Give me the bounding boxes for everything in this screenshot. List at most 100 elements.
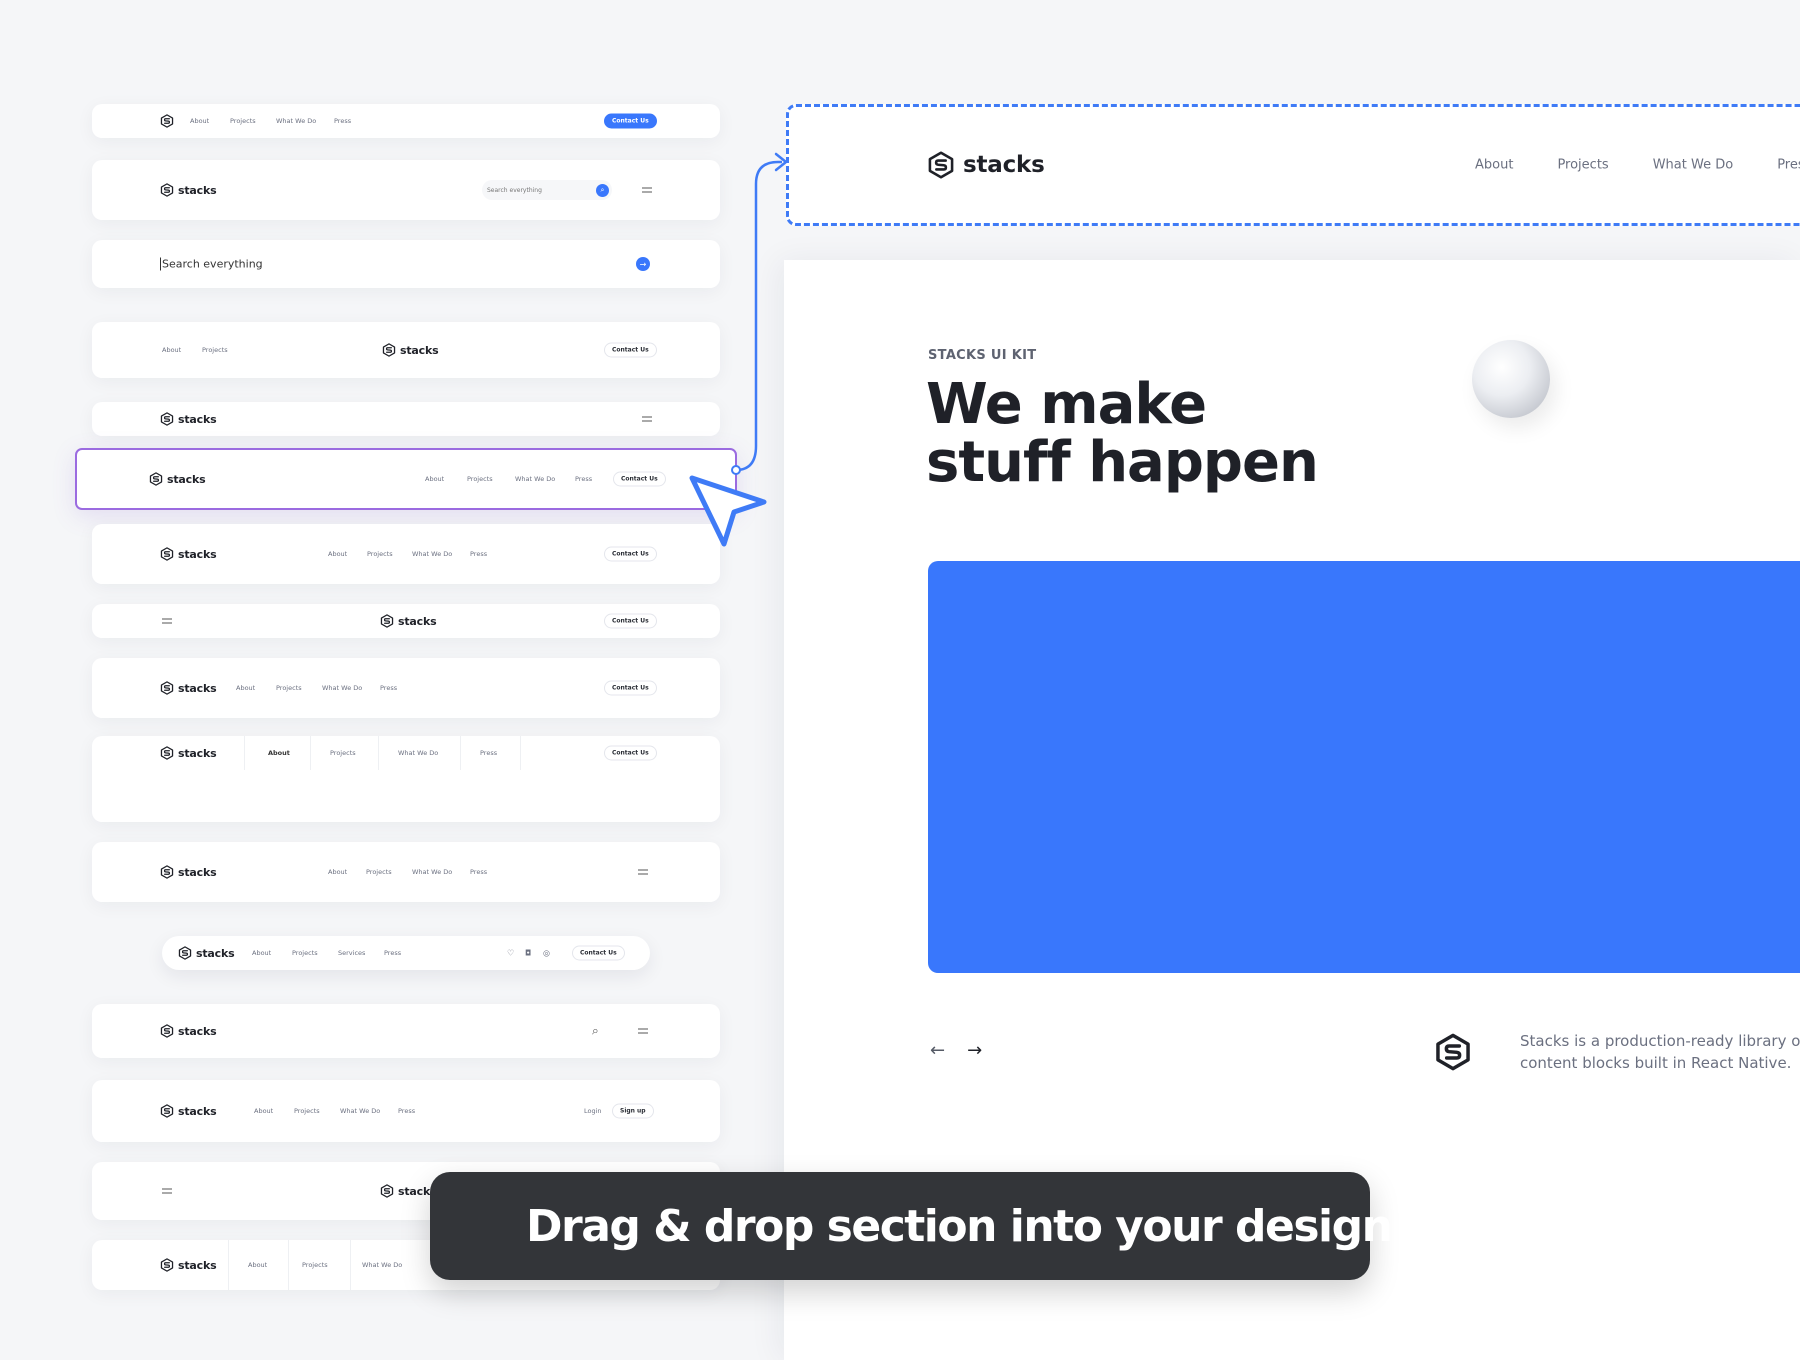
nav-link-projects[interactable]: Projects: [292, 949, 318, 957]
navbar-variant-7[interactable]: stacks About Projects What We Do Press C…: [92, 524, 720, 584]
dribbble-icon[interactable]: ◎: [543, 949, 550, 958]
navbar-variant-11[interactable]: stacks About Projects What We Do Press: [92, 842, 720, 902]
stacks-logo[interactable]: stacks: [160, 412, 217, 426]
navbar-variant-4[interactable]: About Projects stacks Contact Us: [92, 322, 720, 378]
nav-link-what-we-do[interactable]: What We Do: [322, 684, 362, 692]
nav-link-projects[interactable]: Projects: [467, 475, 493, 483]
contact-button[interactable]: Contact Us: [604, 546, 657, 562]
contact-button[interactable]: Contact Us: [613, 471, 666, 487]
navbar-variant-9[interactable]: stacks About Projects What We Do Press C…: [92, 658, 720, 718]
navbar-variant-12-floating[interactable]: stacks About Projects Services Press ♡ ◘…: [162, 936, 650, 970]
stacks-logo[interactable]: stacks: [382, 343, 439, 357]
nav-link-what-we-do[interactable]: What We Do: [398, 749, 438, 757]
preview-nav-projects[interactable]: Projects: [1557, 158, 1608, 173]
nav-link-about[interactable]: About: [248, 1261, 267, 1269]
login-link[interactable]: Login: [584, 1107, 602, 1115]
contact-button[interactable]: Contact Us: [604, 745, 657, 761]
navbar-variant-2[interactable]: stacks Search everything ⌕: [92, 160, 720, 220]
nav-link-press[interactable]: Press: [575, 475, 592, 483]
stacks-logo-icon: [160, 412, 174, 426]
nav-link-about[interactable]: About: [252, 949, 271, 957]
contact-button[interactable]: Contact Us: [604, 342, 657, 358]
footer-stacks-logo-icon: [1434, 1033, 1472, 1071]
nav-link-projects[interactable]: Projects: [302, 1261, 328, 1269]
hamburger-menu-icon[interactable]: [162, 618, 172, 624]
stacks-logo[interactable]: stacks: [178, 946, 235, 960]
navbar-variant-8[interactable]: stacks Contact Us: [92, 604, 720, 638]
brand-name: stacks: [178, 547, 217, 561]
signup-button[interactable]: Sign up: [612, 1103, 654, 1119]
nav-link-services[interactable]: Services: [338, 949, 365, 957]
stacks-logo[interactable]: stacks: [160, 183, 217, 197]
nav-link-press[interactable]: Press: [470, 550, 487, 558]
search-icon[interactable]: ⌕: [596, 183, 609, 197]
navbar-variant-14[interactable]: stacks About Projects What We Do Press L…: [92, 1080, 720, 1142]
nav-link-projects[interactable]: Projects: [276, 684, 302, 692]
nav-link-projects[interactable]: Projects: [366, 868, 392, 876]
hamburger-menu-icon[interactable]: [642, 416, 652, 422]
stacks-logo[interactable]: stacks: [160, 1104, 217, 1118]
drop-target-navbar[interactable]: stacks About Projects What We Do Press: [786, 104, 1800, 226]
next-arrow-icon[interactable]: →: [967, 1040, 982, 1061]
stacks-logo[interactable]: stacks: [160, 1258, 217, 1272]
search-input[interactable]: Search everything ⌕: [482, 180, 612, 200]
selected-navbar-variant[interactable]: stacks About Projects What We Do Press C…: [75, 448, 737, 510]
search-submit-icon[interactable]: →: [636, 257, 650, 271]
nav-link-projects[interactable]: Projects: [294, 1107, 320, 1115]
search-icon[interactable]: ⌕: [592, 1024, 599, 1039]
nav-link-press[interactable]: Press: [334, 117, 351, 125]
nav-link-press[interactable]: Press: [380, 684, 397, 692]
preview-nav-what-we-do[interactable]: What We Do: [1653, 158, 1733, 173]
nav-link-about[interactable]: About: [425, 475, 444, 483]
prev-arrow-icon[interactable]: ←: [930, 1040, 945, 1061]
nav-link-about[interactable]: About: [268, 749, 290, 757]
stacks-logo[interactable]: stacks: [160, 1024, 217, 1038]
stacks-logo[interactable]: stacks: [160, 681, 217, 695]
navbar-variant-10[interactable]: stacks About Projects What We Do Press C…: [92, 736, 720, 822]
preview-stacks-logo[interactable]: stacks: [927, 151, 1045, 179]
nav-link-about[interactable]: About: [328, 550, 347, 558]
contact-button[interactable]: Contact Us: [572, 945, 625, 961]
stacks-logo[interactable]: stacks: [160, 746, 217, 760]
nav-link-press[interactable]: Press: [398, 1107, 415, 1115]
nav-link-about[interactable]: About: [328, 868, 347, 876]
stacks-logo[interactable]: stacks: [160, 547, 217, 561]
stacks-logo[interactable]: stacks: [160, 865, 217, 879]
search-field[interactable]: Search everything: [160, 257, 263, 271]
nav-link-what-we-do[interactable]: What We Do: [412, 550, 452, 558]
hamburger-menu-icon[interactable]: [638, 869, 648, 875]
search-bar-variant[interactable]: Search everything →: [92, 240, 720, 288]
nav-link-what-we-do[interactable]: What We Do: [515, 475, 555, 483]
hamburger-menu-icon[interactable]: [642, 187, 652, 193]
nav-link-about[interactable]: About: [254, 1107, 273, 1115]
nav-link-press[interactable]: Press: [384, 949, 401, 957]
nav-link-projects[interactable]: Projects: [367, 550, 393, 558]
navbar-variant-13[interactable]: stacks ⌕: [92, 1004, 720, 1058]
nav-link-about[interactable]: About: [190, 117, 209, 125]
nav-link-what-we-do[interactable]: What We Do: [340, 1107, 380, 1115]
nav-link-what-we-do[interactable]: What We Do: [362, 1261, 402, 1269]
nav-link-about[interactable]: About: [236, 684, 255, 692]
instagram-icon[interactable]: ◘: [525, 949, 531, 958]
nav-link-what-we-do[interactable]: What We Do: [276, 117, 316, 125]
hamburger-menu-icon[interactable]: [638, 1028, 648, 1034]
stacks-logo[interactable]: stacks: [380, 1184, 437, 1198]
stacks-logo[interactable]: stacks: [380, 614, 437, 628]
preview-nav-about[interactable]: About: [1475, 158, 1513, 173]
nav-link-projects[interactable]: Projects: [330, 749, 356, 757]
twitter-icon[interactable]: ♡: [507, 949, 514, 958]
hamburger-menu-icon[interactable]: [162, 1188, 172, 1194]
contact-button[interactable]: Contact Us: [604, 113, 657, 129]
contact-button[interactable]: Contact Us: [604, 680, 657, 696]
nav-link-about[interactable]: About: [162, 346, 181, 354]
navbar-variant-5[interactable]: stacks: [92, 402, 720, 436]
nav-link-projects[interactable]: Projects: [230, 117, 256, 125]
navbar-variant-1[interactable]: About Projects What We Do Press Contact …: [92, 104, 720, 138]
nav-link-press[interactable]: Press: [470, 868, 487, 876]
preview-nav-press[interactable]: Press: [1777, 158, 1800, 173]
contact-button[interactable]: Contact Us: [604, 613, 657, 629]
nav-link-projects[interactable]: Projects: [202, 346, 228, 354]
nav-link-what-we-do[interactable]: What We Do: [412, 868, 452, 876]
nav-link-press[interactable]: Press: [480, 749, 497, 757]
stacks-logo[interactable]: stacks: [149, 472, 206, 486]
